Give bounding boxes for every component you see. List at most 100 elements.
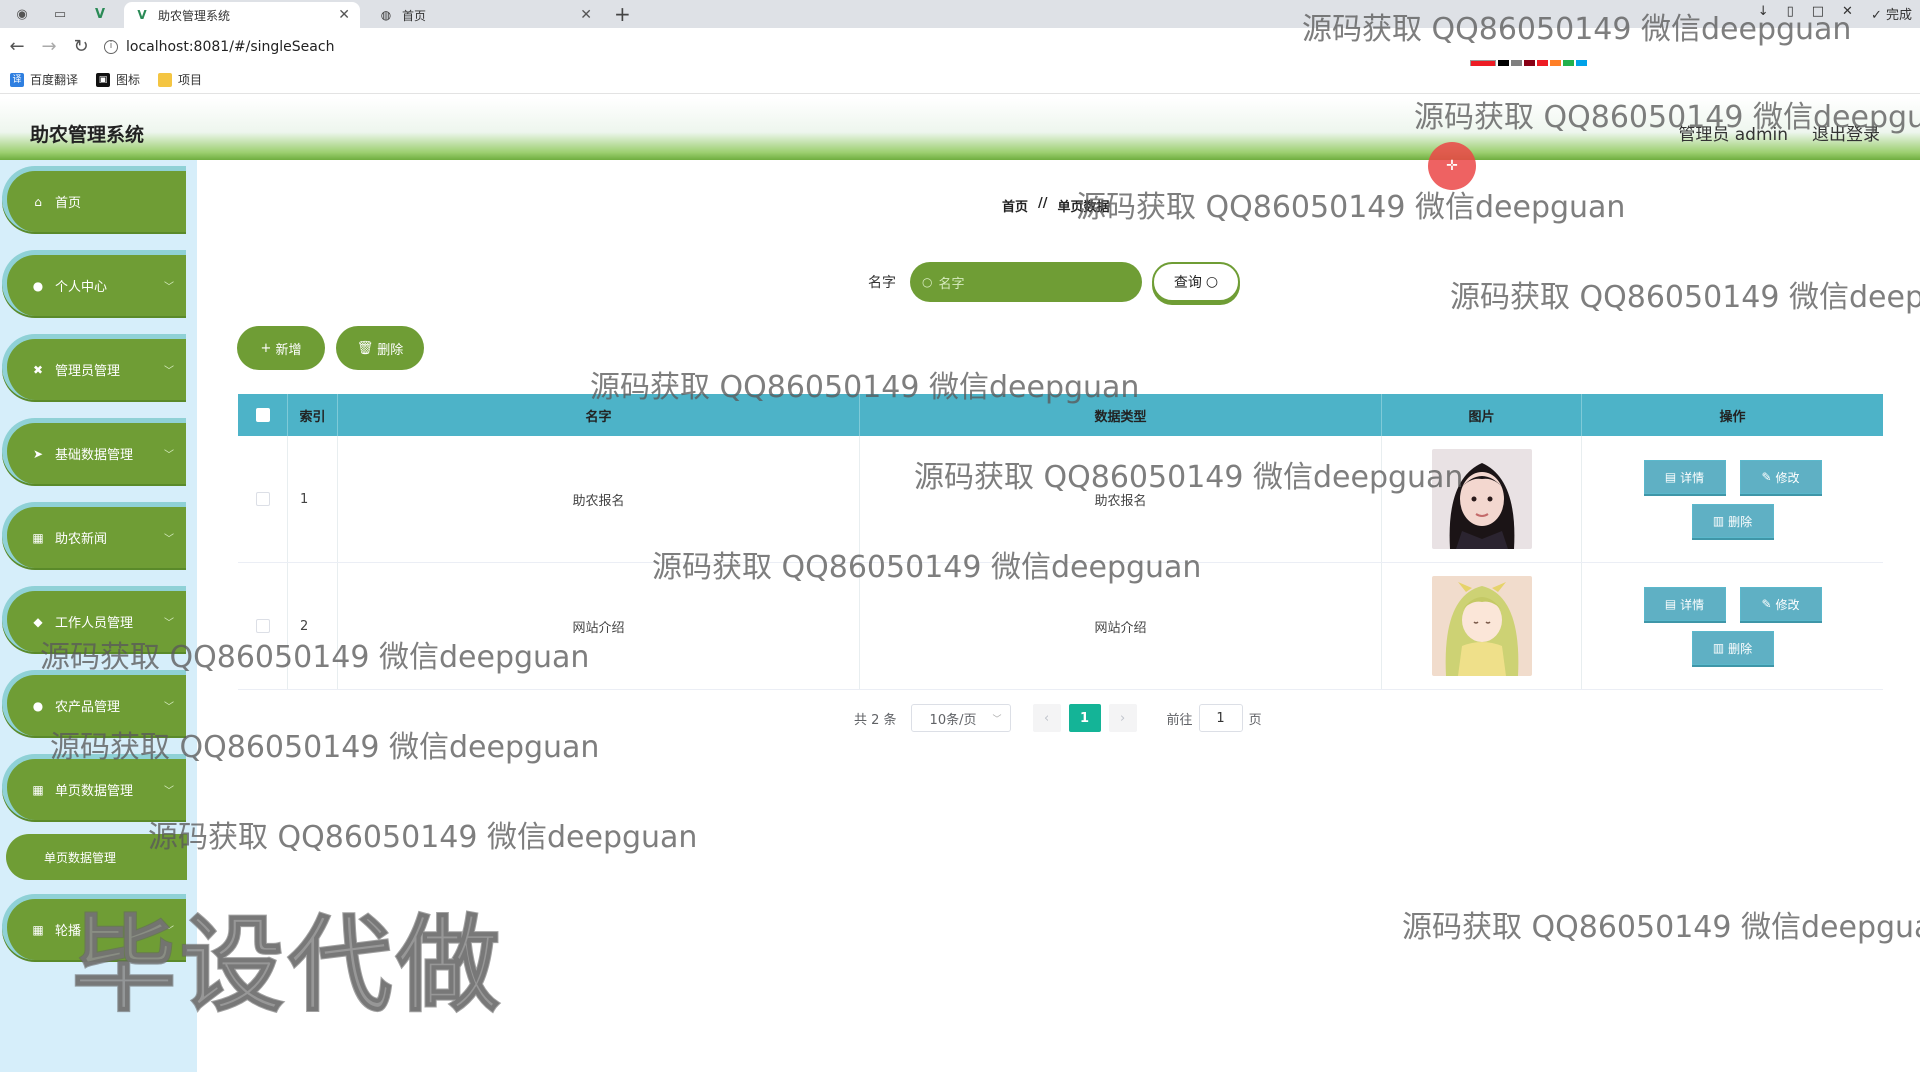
pagination-total: 共 2 条 — [854, 712, 897, 728]
edit-label: 修改 — [1775, 470, 1800, 485]
table-row: 1 助农报名 助农报名 ▤ 详情 ✎ 修改 ▥ 删除 — [238, 436, 1883, 563]
watermark-text: 源码获取 QQ86050149 微信deepg — [1450, 280, 1920, 315]
query-button[interactable]: 查询 ○ — [1152, 262, 1240, 302]
sidebar-item-products[interactable]: ● 农产品管理 ﹀ — [2, 670, 186, 736]
cell-type: 助农报名 — [860, 436, 1382, 562]
vue-favicon-icon: V — [137, 8, 147, 22]
breadcrumb-home[interactable]: 首页 — [1002, 196, 1028, 215]
search-row: 名字 ○ 名字 查询 ○ — [868, 262, 1240, 302]
vue-pinned-tab-icon[interactable]: V — [88, 4, 112, 24]
bookmarks-bar: 译 百度翻译 ▣ 图标 项目 — [0, 66, 1920, 94]
page-size-select[interactable]: 10条/页 ﹀ — [910, 704, 1011, 732]
next-page-icon[interactable]: › — [1108, 704, 1137, 732]
select-all-checkbox[interactable] — [255, 408, 270, 422]
cell-index: 2 — [288, 563, 338, 689]
detail-button[interactable]: ▤ 详情 — [1643, 587, 1726, 621]
globe-icon: ◍ — [380, 8, 392, 22]
cell-type: 网站介绍 — [860, 563, 1382, 689]
row-checkbox[interactable] — [255, 492, 270, 506]
header-user-area: 管理员 admin 退出登录 — [1678, 120, 1880, 145]
bookmark-item[interactable]: ▣ 图标 — [96, 71, 140, 88]
photo-girl-image[interactable] — [1431, 449, 1532, 549]
cell-image — [1382, 436, 1582, 562]
column-header-image: 图片 — [1382, 394, 1582, 436]
new-tab-icon[interactable]: + — [614, 2, 631, 26]
page-size-value: 10条/页 — [929, 712, 977, 728]
minimize-icon[interactable]: ↓ — [1758, 4, 1769, 23]
sidebar-item-staff[interactable]: ◆ 工作人员管理 ﹀ — [2, 586, 186, 652]
sidebar-item-personal-center[interactable]: ● 个人中心 ﹀ — [2, 250, 186, 316]
translate-icon: 译 — [10, 72, 24, 87]
edit-label: 修改 — [1775, 597, 1800, 612]
close-window-icon[interactable]: ✕ — [1842, 4, 1853, 23]
sidebar-item-news[interactable]: ▦ 助农新闻 ﹀ — [2, 502, 186, 568]
sidebar-item-label: 基础数据管理 — [55, 448, 134, 463]
browser-tab[interactable]: ◍ 首页 ✕ — [368, 2, 602, 28]
detail-label: 详情 — [1680, 597, 1705, 612]
column-header-type: 数据类型 — [860, 394, 1382, 436]
breadcrumb-separator: // — [1038, 196, 1048, 211]
data-table: 索引 名字 数据类型 图片 操作 1 助农报名 助农报名 ▤ 详情 ✎ 修改 ▥… — [238, 394, 1883, 690]
row-checkbox-cell — [238, 436, 288, 562]
forward-icon[interactable]: → — [38, 36, 60, 58]
breadcrumb-current: 单页数据 — [1057, 200, 1110, 215]
table-header: 索引 名字 数据类型 图片 操作 — [238, 394, 1883, 436]
app-header: 助农管理系统 管理员 admin 退出登录 — [0, 98, 1920, 160]
edit-button[interactable]: ✎ 修改 — [1739, 587, 1822, 621]
back-icon[interactable]: ← — [6, 36, 28, 58]
cell-index: 1 — [288, 436, 338, 562]
sidebar-item-label: 工作人员管理 — [55, 616, 134, 631]
row-checkbox[interactable] — [255, 619, 270, 633]
table-row: 2 网站介绍 网站介绍 ▤ 详情 ✎ 修改 ▥ 删除 — [238, 563, 1883, 690]
sidebar-item-admin[interactable]: ✖ 管理员管理 ﹀ — [2, 334, 186, 400]
detail-button[interactable]: ▤ 详情 — [1643, 460, 1726, 494]
address-bar: ← → ↻ i localhost:8081/#/singleSeach ⚷ ⇪… — [0, 28, 1920, 86]
column-header-name: 名字 — [338, 394, 860, 436]
user-icon: ● — [32, 278, 44, 293]
sidebar-item-base-data[interactable]: ➤ 基础数据管理 ﹀ — [2, 418, 186, 484]
delete-button[interactable]: ▥ 删除 — [1691, 504, 1774, 538]
watermark-text: 源码获取 QQ86050149 微信deepguan — [148, 820, 698, 855]
reload-icon[interactable]: ↻ — [70, 36, 92, 58]
column-header-index: 索引 — [288, 394, 338, 436]
maximize-icon[interactable]: □ — [1812, 4, 1824, 23]
admin-icon: ✖ — [32, 362, 44, 377]
chevron-down-icon: ﹀ — [164, 366, 174, 377]
tab-search-icon[interactable]: ▭ — [48, 4, 72, 24]
sidebar-item-single-page[interactable]: ▦ 单页数据管理 ﹀ — [2, 754, 186, 820]
restore-icon[interactable]: ▯ — [1787, 4, 1794, 23]
tab-title: 助农管理系统 — [158, 8, 231, 23]
add-button[interactable]: + 新增 — [237, 326, 325, 370]
goto-page-input[interactable]: 1 — [1198, 704, 1243, 732]
sidebar-item-home[interactable]: ⌂ 首页 — [2, 166, 186, 232]
edit-button[interactable]: ✎ 修改 — [1739, 460, 1822, 494]
cell-image — [1382, 563, 1582, 689]
chevron-down-icon: ﹀ — [164, 618, 174, 629]
bulk-delete-button[interactable]: 🗑 删除 — [336, 326, 424, 370]
bookmark-item[interactable]: 译 百度翻译 — [10, 71, 78, 88]
delete-button[interactable]: ▥ 删除 — [1691, 631, 1774, 665]
bookmark-item[interactable]: 项目 — [158, 71, 202, 88]
search-input[interactable]: ○ 名字 — [910, 262, 1142, 302]
sidebar-subitem-single-page[interactable]: 单页数据管理 — [6, 834, 187, 880]
site-info-icon[interactable]: i — [104, 40, 118, 54]
url-field[interactable]: i localhost:8081/#/singleSeach — [104, 36, 334, 58]
page-number-active[interactable]: 1 — [1068, 704, 1101, 732]
browser-tab-bar: ◉ ▭ V V 助农管理系统 ✕ ◍ 首页 ✕ + ↓ ▯ □ ✕ ✓ 完成 — [0, 0, 1920, 28]
folder-icon — [158, 72, 173, 87]
close-tab-icon[interactable]: ✕ — [580, 7, 592, 23]
logout-link[interactable]: 退出登录 — [1812, 120, 1880, 145]
delete-label: 删除 — [1728, 641, 1753, 656]
close-tab-icon[interactable]: ✕ — [338, 7, 350, 23]
tab-title: 首页 — [402, 8, 427, 23]
browser-tab-active[interactable]: V 助农管理系统 ✕ — [124, 2, 360, 28]
browser-profile-icon[interactable]: ◉ — [10, 4, 34, 24]
prev-page-icon[interactable]: ‹ — [1032, 704, 1061, 732]
cell-name: 网站介绍 — [338, 563, 860, 689]
illustration-girl-image[interactable] — [1431, 576, 1532, 676]
trash-icon: ▥ — [1712, 641, 1725, 655]
image-icon: ▣ — [96, 72, 111, 87]
big-watermark: 毕设代做 — [71, 903, 505, 1027]
document-icon: ▤ — [1664, 470, 1677, 484]
done-button[interactable]: ✓ 完成 — [1871, 4, 1912, 23]
